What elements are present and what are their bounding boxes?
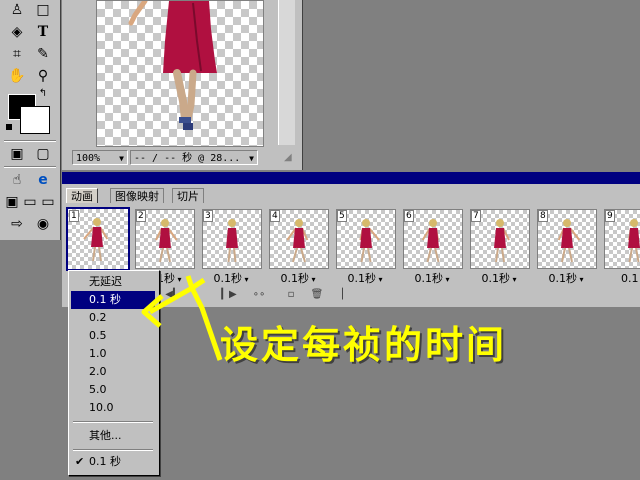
frame-delay-value: 0.1秒: [280, 272, 309, 285]
timing-status-dropdown[interactable]: -- / -- 秒 @ 28... ▼: [130, 150, 258, 165]
stamp-tool-icon[interactable]: ♙: [6, 0, 28, 20]
chevron-down-icon: ▾: [241, 275, 249, 284]
palette-titlebar[interactable]: [62, 172, 640, 184]
resize-grip-icon[interactable]: ◢: [284, 152, 296, 164]
frame-number: 7: [471, 210, 481, 222]
jump-to-imageready-icon[interactable]: ⇨: [6, 214, 28, 234]
timing-status-value: -- / -- 秒 @ 28...: [134, 153, 241, 164]
chevron-down-icon: ▼: [119, 154, 124, 163]
frame-delay-dropdown[interactable]: 0.1秒 ▾: [269, 273, 327, 286]
default-colors-icon[interactable]: [6, 124, 12, 130]
hand-cursor-icon[interactable]: ☝: [6, 170, 28, 190]
frame-number: 3: [203, 210, 213, 222]
menu-item-current[interactable]: ✔ 0.1 秒: [71, 453, 155, 471]
model-figure: [128, 0, 217, 130]
zoom-value: 100%: [76, 153, 101, 164]
animation-frame[interactable]: 8 0.1秒 ▾: [535, 207, 597, 286]
animation-frame[interactable]: 4 0.1秒 ▾: [267, 207, 329, 286]
animation-frame[interactable]: 5 0.1秒 ▾: [334, 207, 396, 286]
eyedropper-tool-icon[interactable]: ✎: [32, 44, 54, 64]
quick-mask-on-icon[interactable]: ▢: [32, 144, 54, 164]
menu-item-5-0[interactable]: 5.0: [71, 381, 155, 399]
hand-tool-icon[interactable]: ✋: [6, 66, 28, 86]
frame-delay-value: 0.1: [620, 272, 639, 285]
frame-delay-value: 0.1秒: [414, 272, 443, 285]
delete-frame-icon[interactable]: 🗑: [308, 288, 326, 302]
zoom-tool-icon[interactable]: ⚲: [32, 66, 54, 86]
chevron-down-icon: ▾: [308, 275, 316, 284]
frame-delay-value: 0.1秒: [481, 272, 510, 285]
checkmark-icon: ✔: [75, 455, 85, 468]
tab-slices[interactable]: 切片: [172, 188, 204, 203]
full-screen-menu-mode-icon[interactable]: ▭: [22, 192, 38, 212]
annotation-label: 设定每祯的时间: [220, 323, 508, 367]
tab-image-map[interactable]: 图像映射: [110, 188, 164, 203]
frame-delay-value: 0.1秒: [347, 272, 376, 285]
swap-colors-icon[interactable]: ↰: [36, 88, 50, 100]
frame-number: 4: [270, 210, 280, 222]
full-screen-mode-icon[interactable]: ▭: [40, 192, 56, 212]
tool-palette: ♙ □ ◈ T ⌗ ✎ ✋ ⚲ ↰ ▣ ▢ ☝ e ▣ ▭ ▭ ⇨ ◉: [0, 0, 61, 240]
chevron-down-icon: ▾: [375, 275, 383, 284]
frame-number: 9: [605, 210, 615, 222]
chevron-down-icon: ▼: [249, 154, 254, 163]
quick-mask-off-icon[interactable]: ▣: [6, 144, 28, 164]
rectangle-tool-icon[interactable]: □: [32, 0, 54, 20]
menu-item-10-0[interactable]: 10.0: [71, 399, 155, 417]
scroll-indicator-icon[interactable]: ▕: [330, 288, 348, 302]
background-color-swatch[interactable]: [20, 106, 50, 134]
frame-number: 2: [136, 210, 146, 222]
type-tool-icon[interactable]: T: [32, 22, 54, 42]
tween-icon[interactable]: ∘∘: [250, 288, 268, 302]
frame-number: 5: [337, 210, 347, 222]
current-delay-label: 0.1 秒: [89, 455, 121, 468]
chevron-down-icon: ▾: [442, 275, 450, 284]
chevron-down-icon: ▾: [576, 275, 584, 284]
animation-frame[interactable]: 9 0.1 ▾: [602, 207, 640, 286]
zoom-dropdown[interactable]: 100% ▼: [72, 150, 128, 165]
animation-frame[interactable]: 7 0.1秒 ▾: [468, 207, 530, 286]
tab-animation[interactable]: 动画: [66, 188, 98, 203]
frame-number: 6: [404, 210, 414, 222]
crop-tool-icon[interactable]: ⌗: [6, 44, 28, 64]
frame-delay-dropdown[interactable]: 0.1秒 ▾: [403, 273, 461, 286]
vertical-scrollbar[interactable]: [278, 0, 295, 145]
frame-delay-dropdown[interactable]: 0.1秒 ▾: [470, 273, 528, 286]
frame-delay-value: 0.1秒: [548, 272, 577, 285]
browser-preview-icon[interactable]: e: [32, 170, 54, 190]
jump-to-photoshop-icon[interactable]: ◉: [32, 214, 54, 234]
duplicate-frame-icon[interactable]: ▫: [282, 288, 300, 302]
chevron-down-icon: ▾: [509, 275, 517, 284]
paint-bucket-tool-icon[interactable]: ◈: [6, 22, 28, 42]
document-window: 100% ▼ -- / -- 秒 @ 28... ▼ ◢: [62, 0, 303, 170]
frame-delay-dropdown[interactable]: 0.1秒 ▾: [336, 273, 394, 286]
menu-separator: [73, 449, 153, 451]
menu-separator: [73, 421, 153, 423]
image-canvas[interactable]: [96, 0, 264, 147]
frame-number: 1: [69, 210, 79, 222]
frame-delay-dropdown[interactable]: 0.1秒 ▾: [537, 273, 595, 286]
standard-screen-mode-icon[interactable]: ▣: [4, 192, 20, 212]
frame-number: 8: [538, 210, 548, 222]
frame-delay-dropdown[interactable]: 0.1 ▾: [604, 273, 640, 286]
animation-frame[interactable]: 6 0.1秒 ▾: [401, 207, 463, 286]
menu-item-other[interactable]: 其他...: [71, 427, 155, 445]
